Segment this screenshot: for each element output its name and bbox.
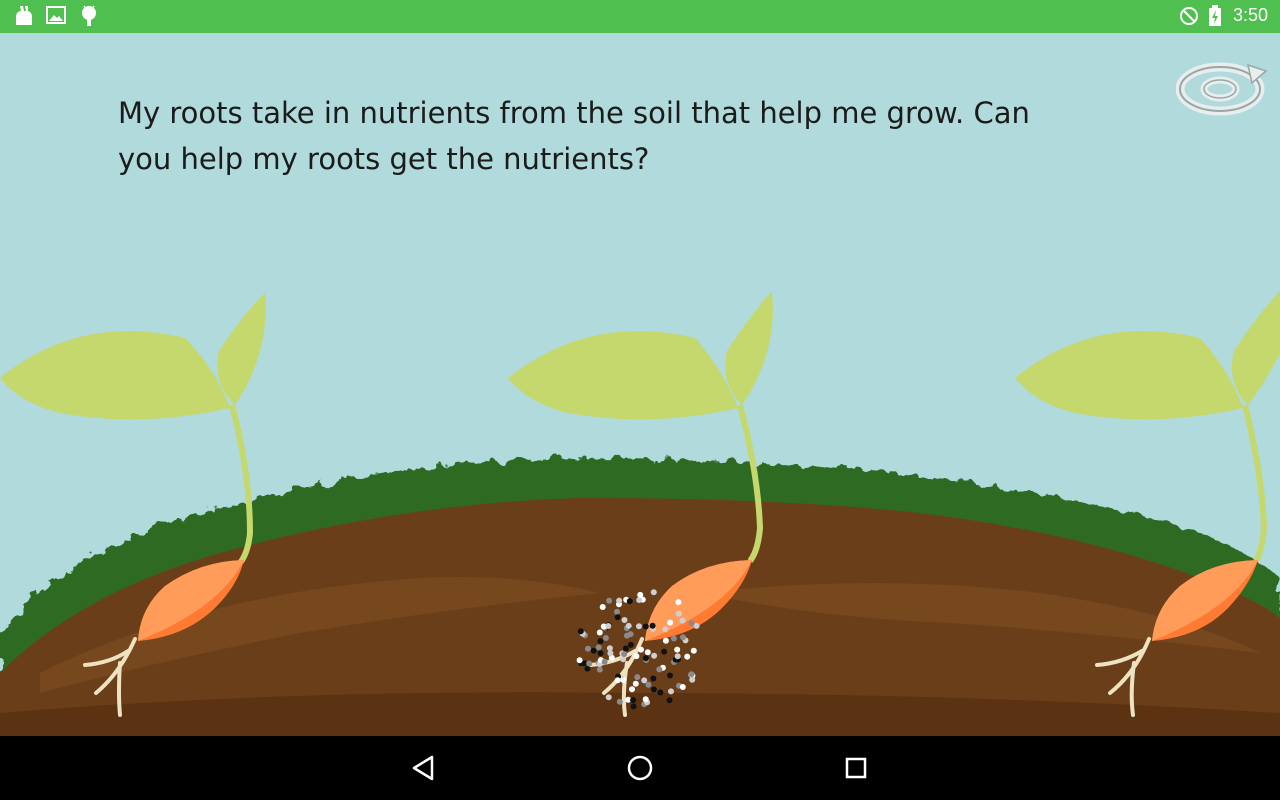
nutrient-particle — [602, 635, 609, 641]
nutrient-particle — [620, 656, 627, 663]
nutrient-particle — [614, 677, 621, 684]
nutrient-particle — [614, 608, 620, 615]
android-icon — [79, 5, 99, 32]
nutrient-particle — [657, 689, 664, 696]
nutrient-particle — [584, 665, 591, 672]
home-icon — [627, 755, 653, 781]
nutrient-particle — [688, 620, 695, 627]
nutrient-particle — [644, 649, 651, 656]
nutrient-particle — [670, 635, 677, 642]
battery-charging-icon — [1208, 5, 1222, 32]
nutrient-particle — [616, 698, 623, 705]
back-button[interactable] — [406, 750, 442, 786]
nutrient-particle — [630, 697, 637, 704]
nutrient-particle — [690, 647, 697, 654]
nutrient-particle — [662, 637, 669, 644]
home-button[interactable] — [622, 750, 658, 786]
nutrient-particle — [642, 655, 649, 662]
no-sim-icon — [1178, 5, 1200, 32]
nutrient-particle — [633, 653, 640, 660]
nutrient-particle — [607, 650, 614, 657]
nutrient-particle — [596, 666, 603, 673]
nutrient-particle — [597, 650, 604, 657]
nutrient-particle — [650, 686, 657, 693]
nutrient-particle — [642, 623, 649, 630]
nutrient-particle — [595, 644, 602, 651]
nutrient-particle — [586, 660, 593, 667]
nutrient-particle — [641, 677, 648, 684]
nutrient-particle — [625, 622, 632, 629]
nutrient-particle — [645, 681, 652, 688]
replay-button[interactable] — [1176, 61, 1268, 117]
nutrient-particle — [668, 688, 674, 695]
replay-icon — [1176, 62, 1268, 116]
nutrient-particle — [651, 652, 658, 659]
nutrient-particle — [675, 610, 682, 617]
nutrient-particle — [662, 626, 669, 633]
nutrient-particle — [627, 641, 634, 648]
nutrient-particle — [656, 666, 663, 673]
nutrient-particle — [585, 645, 591, 652]
nutrient-particle — [649, 622, 656, 629]
recents-icon — [845, 757, 867, 779]
nutrient-particle — [650, 675, 657, 682]
image-icon — [46, 5, 66, 30]
nutrient-particle — [650, 589, 657, 596]
nutrient-particle — [576, 657, 583, 664]
nutrient-particle — [674, 653, 681, 660]
nutrient-particle — [634, 674, 641, 681]
nutrient-particle — [684, 653, 691, 660]
nutrient-particle — [621, 651, 628, 657]
nutrient-particle — [605, 623, 612, 629]
nutrient-particle — [679, 684, 686, 690]
nutrient-particle — [624, 632, 630, 639]
nutrient-particle — [642, 696, 649, 703]
nutrient-particle — [679, 617, 686, 624]
bunny-icon — [12, 5, 36, 32]
narration-text: My roots take in nutrients from the soil… — [118, 96, 1030, 176]
nutrient-particle — [614, 614, 621, 621]
nutrient-particle — [636, 597, 643, 603]
nutrient-particle — [622, 645, 629, 652]
nutrient-particle — [666, 697, 673, 704]
nutrient-particle — [630, 703, 637, 710]
navigation-bar — [0, 736, 1280, 800]
nutrient-particle — [661, 648, 668, 655]
nutrient-particle — [616, 597, 623, 604]
nutrient-particle — [599, 604, 606, 610]
nutrient-particle — [638, 646, 644, 653]
nutrient-particle — [632, 680, 639, 687]
nutrient-particle — [688, 671, 695, 678]
nutrient-particle — [620, 677, 627, 684]
nutrient-particle — [693, 622, 700, 629]
recents-button[interactable] — [838, 750, 874, 786]
nutrient-particle — [605, 694, 612, 701]
nutrient-particle — [590, 647, 597, 654]
nutrient-particle — [674, 646, 681, 653]
nutrient-particle — [667, 619, 674, 626]
nutrient-particle — [667, 672, 673, 679]
nutrient-particle — [636, 623, 642, 630]
status-bar: 3:50 — [0, 0, 1280, 33]
nutrient-particle — [675, 599, 682, 606]
nutrient-particle — [680, 634, 686, 641]
nutrient-particle — [689, 676, 696, 683]
nutrient-particle — [596, 629, 603, 636]
nutrient-particle — [606, 597, 613, 604]
nutrient-particle — [577, 628, 584, 635]
nutrient-particle — [637, 591, 644, 598]
nutrient-particle — [597, 638, 604, 645]
nutrient-particle — [626, 598, 633, 605]
nutrient-particle — [601, 658, 608, 665]
back-icon — [412, 755, 434, 781]
nutrient-particle — [621, 617, 628, 623]
game-scene: My roots take in nutrients from the soil… — [0, 33, 1280, 736]
nutrient-particle — [629, 686, 635, 693]
status-time: 3:50 — [1232, 5, 1268, 25]
